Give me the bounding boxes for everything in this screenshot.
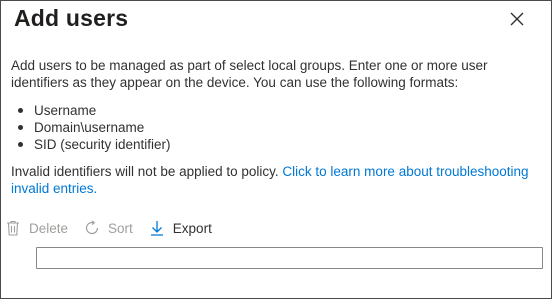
- format-item: Username: [16, 102, 171, 119]
- trash-icon: [5, 219, 21, 237]
- user-identifier-input[interactable]: [37, 248, 542, 268]
- sort-label: Sort: [108, 220, 133, 236]
- export-label: Export: [172, 220, 212, 236]
- add-users-dialog: Add users Add users to be managed as par…: [0, 0, 552, 299]
- close-icon: [510, 12, 524, 26]
- format-item: Domain\username: [16, 119, 171, 136]
- dialog-title: Add users: [14, 5, 129, 31]
- sort-button[interactable]: Sort: [84, 219, 133, 237]
- delete-button[interactable]: Delete: [5, 219, 68, 237]
- delete-label: Delete: [29, 220, 69, 236]
- close-button[interactable]: [508, 10, 526, 28]
- refresh-icon: [84, 219, 100, 237]
- intro-text: Add users to be managed as part of selec…: [11, 58, 488, 90]
- download-arrow-icon: [149, 219, 165, 237]
- invalid-note: Invalid identifiers will not be applied …: [11, 163, 546, 197]
- toolbar: Delete Sort Export: [5, 217, 228, 239]
- format-list: Username Domain\username SID (security i…: [16, 102, 171, 153]
- user-identifier-field[interactable]: [36, 247, 543, 269]
- format-item: SID (security identifier): [16, 136, 171, 153]
- invalid-note-text: Invalid identifiers will not be applied …: [11, 164, 283, 179]
- export-button[interactable]: Export: [149, 219, 212, 237]
